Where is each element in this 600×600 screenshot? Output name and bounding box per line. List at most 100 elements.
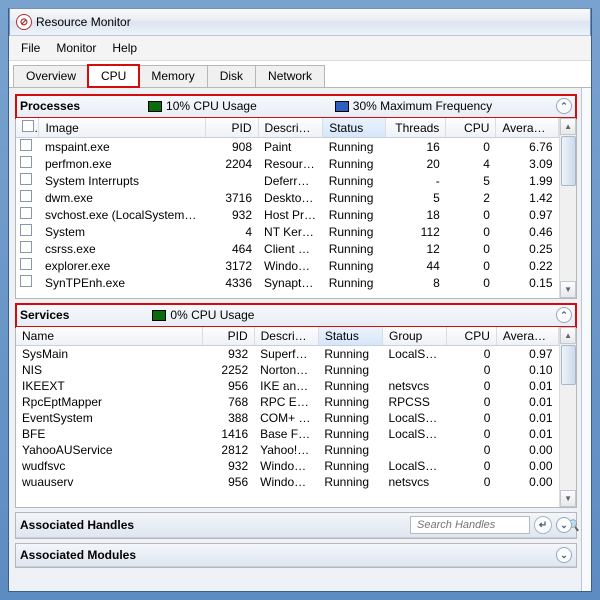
cell-cpu: 0 (447, 378, 497, 394)
handles-expand-button[interactable]: ⌄ (556, 517, 572, 533)
col-status[interactable]: Status (318, 327, 382, 346)
check-icon[interactable] (20, 156, 32, 168)
table-row[interactable]: wuauserv956Windo…Runningnetsvcs00.00 (16, 474, 559, 490)
cell-cpu: 0 (446, 138, 496, 156)
modules-expand-button[interactable]: ⌄ (556, 547, 572, 563)
processes-scrollbar[interactable]: ▲ ▼ (559, 118, 576, 298)
table-row[interactable]: svchost.exe (LocalSystemNet…932Host Pr…R… (16, 206, 559, 223)
tab-memory[interactable]: Memory (138, 65, 207, 87)
services-scrollbar[interactable]: ▲ ▼ (559, 327, 576, 507)
cell-pid: 2204 (206, 155, 258, 172)
check-icon[interactable] (20, 258, 32, 270)
search-go-button[interactable]: ↵ (534, 516, 552, 534)
table-row[interactable]: perfmon.exe2204Resour…Running2043.09 (16, 155, 559, 172)
table-row[interactable]: System4NT Ker…Running11200.46 (16, 223, 559, 240)
cell-avg: 0.01 (496, 410, 558, 426)
cell-name: IKEEXT (16, 378, 202, 394)
cell-status: Running (318, 362, 382, 378)
cell-cpu: 4 (446, 155, 496, 172)
handles-header[interactable]: Associated Handles 🔍 ↵ ⌄ (16, 513, 576, 538)
check-icon[interactable] (20, 139, 32, 151)
col-pid[interactable]: PID (202, 327, 254, 346)
table-row[interactable]: YahooAUService2812Yahoo!…Running00.00 (16, 442, 559, 458)
scroll-up-icon[interactable]: ▲ (560, 118, 576, 135)
table-row[interactable]: BFE1416Base Fi…RunningLocalS…00.01 (16, 426, 559, 442)
cell-desc: Deskto… (258, 189, 323, 206)
col-description[interactable]: Descrip… (258, 118, 323, 138)
cell-avg: 1.99 (496, 172, 559, 189)
cell-group: LocalS… (383, 426, 447, 442)
tab-overview[interactable]: Overview (13, 65, 89, 87)
cell-pid: 932 (206, 206, 258, 223)
cell-avg: 0.25 (496, 240, 559, 257)
cell-avg: 0.00 (496, 442, 558, 458)
cell-avg: 0.46 (496, 223, 559, 240)
table-row[interactable]: mspaint.exe908PaintRunning1606.76 (16, 138, 559, 156)
cell-group: LocalS… (383, 346, 447, 363)
check-icon[interactable] (20, 173, 32, 185)
modules-header[interactable]: Associated Modules ⌄ (16, 544, 576, 567)
processes-header[interactable]: Processes 10% CPU Usage 30% Maximum Freq… (16, 95, 576, 118)
cell-pid: 768 (202, 394, 254, 410)
cell-pid: 932 (202, 346, 254, 363)
cell-cpu: 0 (447, 394, 497, 410)
cell-avg: 0.97 (496, 346, 558, 363)
cpu-usage-stat: 10% CPU Usage (148, 99, 257, 113)
cell-group: LocalS… (383, 458, 447, 474)
services-collapse-button[interactable]: ⌃ (556, 307, 572, 323)
scroll-up-icon[interactable]: ▲ (560, 327, 576, 344)
col-avg[interactable]: Averag… (496, 327, 558, 346)
check-icon[interactable] (20, 207, 32, 219)
scroll-thumb[interactable] (561, 136, 576, 186)
services-header[interactable]: Services 0% CPU Usage ⌃ (16, 304, 576, 327)
table-row[interactable]: csrss.exe464Client …Running1200.25 (16, 240, 559, 257)
tab-cpu[interactable]: CPU (88, 65, 139, 87)
col-check[interactable] (16, 118, 39, 138)
check-icon[interactable] (20, 241, 32, 253)
scroll-down-icon[interactable]: ▼ (560, 281, 576, 298)
check-icon[interactable] (20, 275, 32, 287)
cell-image: csrss.exe (39, 240, 206, 257)
resource-monitor-window: ⊘ Resource Monitor File Monitor Help Ove… (8, 8, 592, 592)
panel-title: Services (20, 308, 69, 322)
cell-desc: Superf… (254, 346, 318, 363)
cell-avg: 0.22 (496, 257, 559, 274)
cell-threads: 112 (385, 223, 446, 240)
col-status[interactable]: Status (323, 118, 386, 138)
table-row[interactable]: IKEEXT956IKE an…Runningnetsvcs00.01 (16, 378, 559, 394)
col-avg[interactable]: Averag… (496, 118, 559, 138)
col-cpu[interactable]: CPU (446, 118, 496, 138)
table-row[interactable]: wudfsvc932Windo…RunningLocalS…00.00 (16, 458, 559, 474)
col-cpu[interactable]: CPU (447, 327, 497, 346)
processes-collapse-button[interactable]: ⌃ (556, 98, 572, 114)
menu-help[interactable]: Help (104, 38, 145, 58)
menu-monitor[interactable]: Monitor (48, 38, 104, 58)
table-row[interactable]: SynTPEnh.exe4336Synapt…Running800.15 (16, 274, 559, 291)
menu-file[interactable]: File (13, 38, 48, 58)
col-description[interactable]: Descrip… (254, 327, 318, 346)
table-row[interactable]: RpcEptMapper768RPC En…RunningRPCSS00.01 (16, 394, 559, 410)
cell-desc: NT Ker… (258, 223, 323, 240)
table-row[interactable]: SysMain932Superf…RunningLocalS…00.97 (16, 346, 559, 363)
cell-desc: Yahoo!… (254, 442, 318, 458)
col-pid[interactable]: PID (206, 118, 258, 138)
table-row[interactable]: System InterruptsDeferr…Running-51.99 (16, 172, 559, 189)
table-row[interactable]: NIS2252Norton…Running00.10 (16, 362, 559, 378)
cell-cpu: 0 (446, 223, 496, 240)
col-threads[interactable]: Threads (385, 118, 446, 138)
search-handles-box[interactable]: 🔍 (410, 516, 530, 534)
check-icon[interactable] (20, 224, 32, 236)
table-row[interactable]: dwm.exe3716Deskto…Running521.42 (16, 189, 559, 206)
tab-network[interactable]: Network (255, 65, 325, 87)
check-icon[interactable] (20, 190, 32, 202)
col-group[interactable]: Group (383, 327, 447, 346)
check-all-icon[interactable] (22, 120, 34, 132)
cell-status: Running (323, 223, 386, 240)
scroll-down-icon[interactable]: ▼ (560, 490, 576, 507)
tab-disk[interactable]: Disk (207, 65, 256, 87)
col-image[interactable]: Image (39, 118, 206, 138)
col-name[interactable]: Name (16, 327, 202, 346)
table-row[interactable]: EventSystem388COM+ …RunningLocalS…00.01 (16, 410, 559, 426)
table-row[interactable]: explorer.exe3172Windo…Running4400.22 (16, 257, 559, 274)
scroll-thumb[interactable] (561, 345, 576, 385)
